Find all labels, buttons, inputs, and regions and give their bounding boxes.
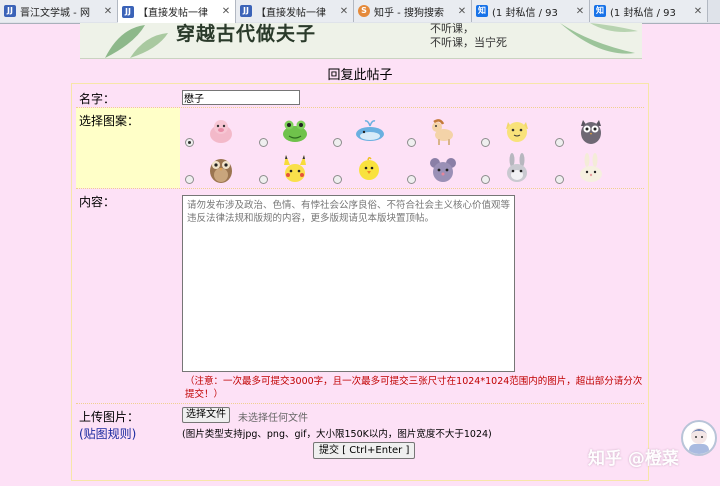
avatar-choice[interactable] (259, 116, 311, 148)
avatar-choice[interactable] (333, 153, 385, 185)
name-row: 名字： (76, 86, 644, 108)
upload-rules-link[interactable]: (贴图规则) (79, 427, 136, 441)
avatar-choice[interactable] (481, 153, 533, 185)
browser-tab[interactable]: S 知乎 - 搜狗搜索 ✕ (354, 0, 472, 22)
whale-icon (356, 120, 384, 141)
tab-title: (1 封私信 / 93 (492, 7, 558, 19)
no-file-chosen-text: 未选择任何文件 (238, 413, 308, 424)
close-tab-icon[interactable]: ✕ (103, 6, 113, 17)
avatar-radio[interactable] (555, 175, 564, 184)
avatar-radio[interactable] (333, 138, 342, 147)
content-textarea[interactable] (182, 195, 515, 372)
tab-title: 【直接发帖一律 (138, 8, 208, 19)
avatar-choice[interactable] (185, 153, 237, 185)
pink-pig-icon (210, 120, 232, 143)
name-input[interactable] (182, 90, 300, 105)
choose-file-button[interactable]: 选择文件 (182, 407, 230, 423)
close-tab-icon[interactable]: ✕ (575, 6, 585, 17)
browser-tab[interactable]: JJ 【直接发帖一律 ✕ (236, 0, 354, 22)
browser-tab[interactable]: 知 (1 封私信 / 93 ✕ (590, 0, 708, 22)
pony-icon (432, 119, 453, 145)
content-row: 内容： （注意：一次最多可提交3000字，且一次最多可提交三张尺寸在1024*1… (76, 189, 644, 404)
browser-tab[interactable]: 知 (1 封私信 / 93 ✕ (472, 0, 590, 22)
avatar-radio[interactable] (333, 175, 342, 184)
mouse-icon (430, 158, 456, 182)
cat-icon (506, 122, 528, 142)
close-tab-icon[interactable]: ✕ (693, 6, 703, 17)
avatar-choice[interactable] (333, 116, 385, 148)
white-rabbit-icon (580, 153, 602, 182)
avatar-radio[interactable] (407, 175, 416, 184)
close-tab-icon[interactable]: ✕ (339, 6, 349, 17)
upload-label-cell: 上传图片： (贴图规则) (76, 404, 180, 441)
avatar-radio[interactable] (481, 138, 490, 147)
avatar-radio[interactable] (481, 175, 490, 184)
tab-title: (1 封私信 / 93 (610, 7, 676, 19)
owl-brown-icon (210, 159, 232, 183)
browser-tab-active[interactable]: JJ 【直接发帖一律 ✕ (118, 0, 236, 23)
avatar-radio[interactable] (259, 138, 268, 147)
reply-form: 名字： 选择图案： (71, 83, 649, 481)
jjwxc-favicon-icon: JJ (4, 5, 16, 17)
banner-title: 穿越古代做夫子 (176, 23, 317, 45)
submit-button[interactable]: 提交 [ Ctrl+Enter ] (313, 442, 416, 459)
chick-icon (359, 156, 379, 180)
owl-dark-icon (581, 120, 601, 144)
avatar-radio[interactable] (555, 138, 564, 147)
content-limit-note: （注意：一次最多可提交3000字，且一次最多可提交三张尺寸在1024*1024范… (185, 376, 643, 400)
jjwxc-favicon-icon: JJ (122, 5, 134, 18)
novel-banner-image: 穿越古代做夫子 不听课， 不听课，当宁死 (80, 23, 642, 59)
zhihu-favicon-icon: 知 (476, 5, 488, 17)
browser-tab-bar: JJ 晋江文学城 - 网 ✕ JJ 【直接发帖一律 ✕ JJ 【直接发帖一律 ✕… (0, 0, 720, 24)
upload-row: 上传图片： (贴图规则) 选择文件 未选择任何文件 (图片类型支持jpg、png… (76, 404, 644, 441)
frog-icon (283, 120, 307, 142)
file-requirements-text: (图片类型支持jpg、png、gif，大小限150K以内，图片宽度不大于1024… (182, 429, 492, 440)
avatar-radio[interactable] (185, 175, 194, 184)
avatar-choice[interactable] (555, 116, 607, 148)
avatar-choice[interactable] (481, 116, 533, 148)
avatar-radio[interactable] (259, 175, 268, 184)
zhihu-watermark: 知乎 @橙菜 (588, 449, 679, 469)
leaf-decoration-icon (105, 25, 168, 58)
avatar-choice[interactable] (407, 116, 459, 148)
avatar-choice[interactable] (555, 153, 607, 185)
avatar-choice[interactable] (259, 153, 311, 185)
pikachu-icon (284, 155, 306, 182)
tab-title: 知乎 - 搜狗搜索 (374, 7, 444, 19)
page-title: 回复此帖子 (327, 68, 393, 83)
upload-label: 上传图片： (79, 410, 140, 424)
tab-title: 【直接发帖一律 (256, 7, 326, 19)
tab-title: 晋江文学城 - 网 (20, 7, 90, 19)
sogou-favicon-icon: S (358, 5, 370, 17)
close-tab-icon[interactable]: ✕ (457, 6, 467, 17)
jjwxc-favicon-icon: JJ (240, 5, 252, 17)
avatar-grid (182, 108, 644, 188)
avatar-image-icon (689, 428, 709, 454)
avatar-choice[interactable] (407, 153, 459, 185)
avatar-label: 选择图案： (76, 108, 180, 188)
leaf-decoration-icon (560, 23, 638, 54)
zhihu-favicon-icon: 知 (594, 5, 606, 17)
avatar-row: 选择图案： (76, 108, 644, 189)
avatar-choice[interactable] (185, 116, 237, 148)
grey-rabbit-icon (507, 153, 527, 182)
browser-tab[interactable]: JJ 晋江文学城 - 网 ✕ (0, 0, 118, 22)
avatar-radio[interactable] (407, 138, 416, 147)
avatar-radio[interactable] (185, 138, 194, 147)
name-label: 名字： (79, 92, 116, 106)
user-avatar (681, 420, 717, 456)
close-tab-icon[interactable]: ✕ (221, 6, 231, 17)
content-label: 内容： (79, 195, 116, 209)
banner-subtitle: 不听课，当宁死 (430, 36, 507, 49)
